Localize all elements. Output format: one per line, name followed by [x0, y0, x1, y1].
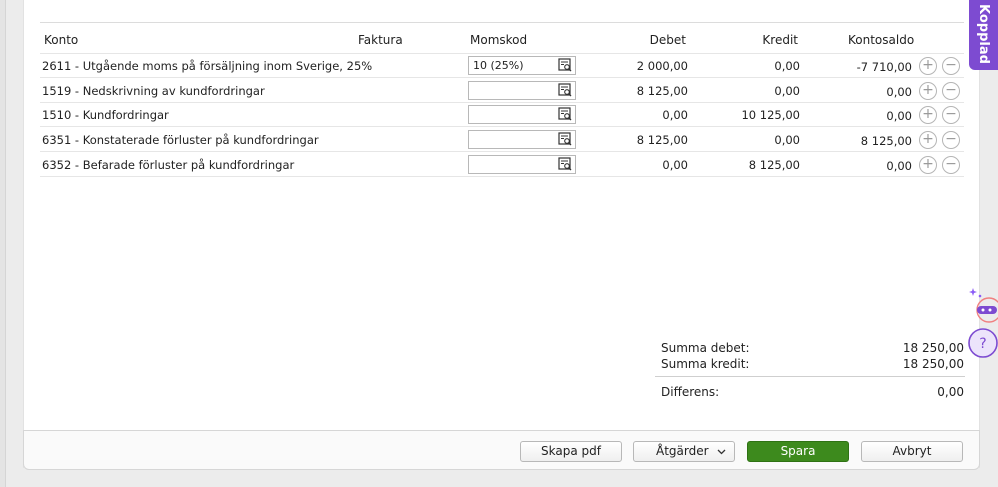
- vat-lookup-icon[interactable]: [558, 83, 572, 97]
- row-kredit: 8 125,00: [748, 158, 800, 172]
- row-divider: [40, 151, 964, 152]
- add-row-icon[interactable]: +: [919, 57, 937, 75]
- row-konto: 2611 - Utgående moms på försäljning inom…: [42, 59, 373, 73]
- add-row-icon[interactable]: +: [919, 156, 937, 174]
- vat-lookup-icon[interactable]: [558, 58, 572, 72]
- add-row-icon[interactable]: +: [919, 82, 937, 100]
- row-kontosaldo: 0,00: [886, 159, 912, 173]
- chevron-down-icon: [717, 442, 726, 467]
- row-kredit: 10 125,00: [741, 108, 800, 122]
- row-konto: 6352 - Befarade förluster på kundfordrin…: [42, 158, 295, 172]
- row-konto: 1510 - Kundfordringar: [42, 108, 169, 122]
- row-kontosaldo: 0,00: [886, 109, 912, 123]
- left-edge-strip: [0, 0, 6, 487]
- sum-kredit-value: 18 250,00: [902, 357, 964, 371]
- svg-text:?: ?: [979, 336, 986, 352]
- side-tab-label: Kopplad: [976, 4, 991, 64]
- row-divider: [40, 102, 964, 103]
- row-divider: [40, 77, 964, 78]
- side-tab[interactable]: Kopplad: [969, 0, 998, 70]
- row-kredit: 0,00: [774, 133, 800, 147]
- row-kontosaldo: 0,00: [886, 85, 912, 99]
- assistant-bot-icon[interactable]: [973, 297, 998, 326]
- create-pdf-button[interactable]: Skapa pdf: [520, 441, 622, 462]
- add-row-icon[interactable]: +: [919, 131, 937, 149]
- sum-debet-label: Summa debet:: [661, 341, 750, 355]
- col-header-kredit: Kredit: [762, 33, 798, 47]
- sum-kredit-label: Summa kredit:: [661, 357, 750, 371]
- row-konto: 6351 - Konstaterade förluster på kundfor…: [42, 133, 319, 147]
- row-kredit: 0,00: [774, 59, 800, 73]
- save-button[interactable]: Spara: [747, 441, 849, 462]
- remove-row-icon[interactable]: −: [942, 57, 960, 75]
- header-divider: [40, 53, 964, 54]
- vat-lookup-icon[interactable]: [558, 107, 572, 121]
- row-kredit: 0,00: [774, 84, 800, 98]
- cancel-button[interactable]: Avbryt: [861, 441, 963, 462]
- row-divider: [40, 126, 964, 127]
- row-debet: 8 125,00: [636, 133, 688, 147]
- col-header-faktura: Faktura: [358, 33, 403, 47]
- col-header-debet: Debet: [649, 33, 686, 47]
- diff-label: Differens:: [661, 385, 720, 399]
- sum-debet-value: 18 250,00: [902, 341, 964, 355]
- summary-divider: [655, 376, 965, 377]
- row-konto: 1519 - Nedskrivning av kundfordringar: [42, 84, 265, 98]
- vat-lookup-icon[interactable]: [558, 132, 572, 146]
- help-icon[interactable]: ?: [967, 327, 998, 361]
- col-header-momskod: Momskod: [470, 33, 528, 47]
- col-header-konto: Konto: [44, 33, 79, 47]
- col-header-kontosaldo: Kontosaldo: [848, 33, 915, 47]
- row-divider: [40, 176, 964, 177]
- row-kontosaldo: 8 125,00: [860, 134, 912, 148]
- top-divider: [40, 22, 964, 23]
- remove-row-icon[interactable]: −: [942, 82, 960, 100]
- add-row-icon[interactable]: +: [919, 106, 937, 124]
- row-debet: 0,00: [662, 108, 688, 122]
- actions-dropdown-button[interactable]: Åtgärder: [633, 441, 735, 462]
- remove-row-icon[interactable]: −: [942, 106, 960, 124]
- remove-row-icon[interactable]: −: [942, 156, 960, 174]
- row-debet: 0,00: [662, 158, 688, 172]
- row-kontosaldo: -7 710,00: [856, 60, 912, 74]
- vat-lookup-icon[interactable]: [558, 157, 572, 171]
- actions-label: Åtgärder: [656, 444, 709, 458]
- row-debet: 8 125,00: [636, 84, 688, 98]
- remove-row-icon[interactable]: −: [942, 131, 960, 149]
- diff-value: 0,00: [937, 385, 964, 399]
- vat-code-value: 10 (25%): [473, 59, 524, 72]
- row-debet: 2 000,00: [636, 59, 688, 73]
